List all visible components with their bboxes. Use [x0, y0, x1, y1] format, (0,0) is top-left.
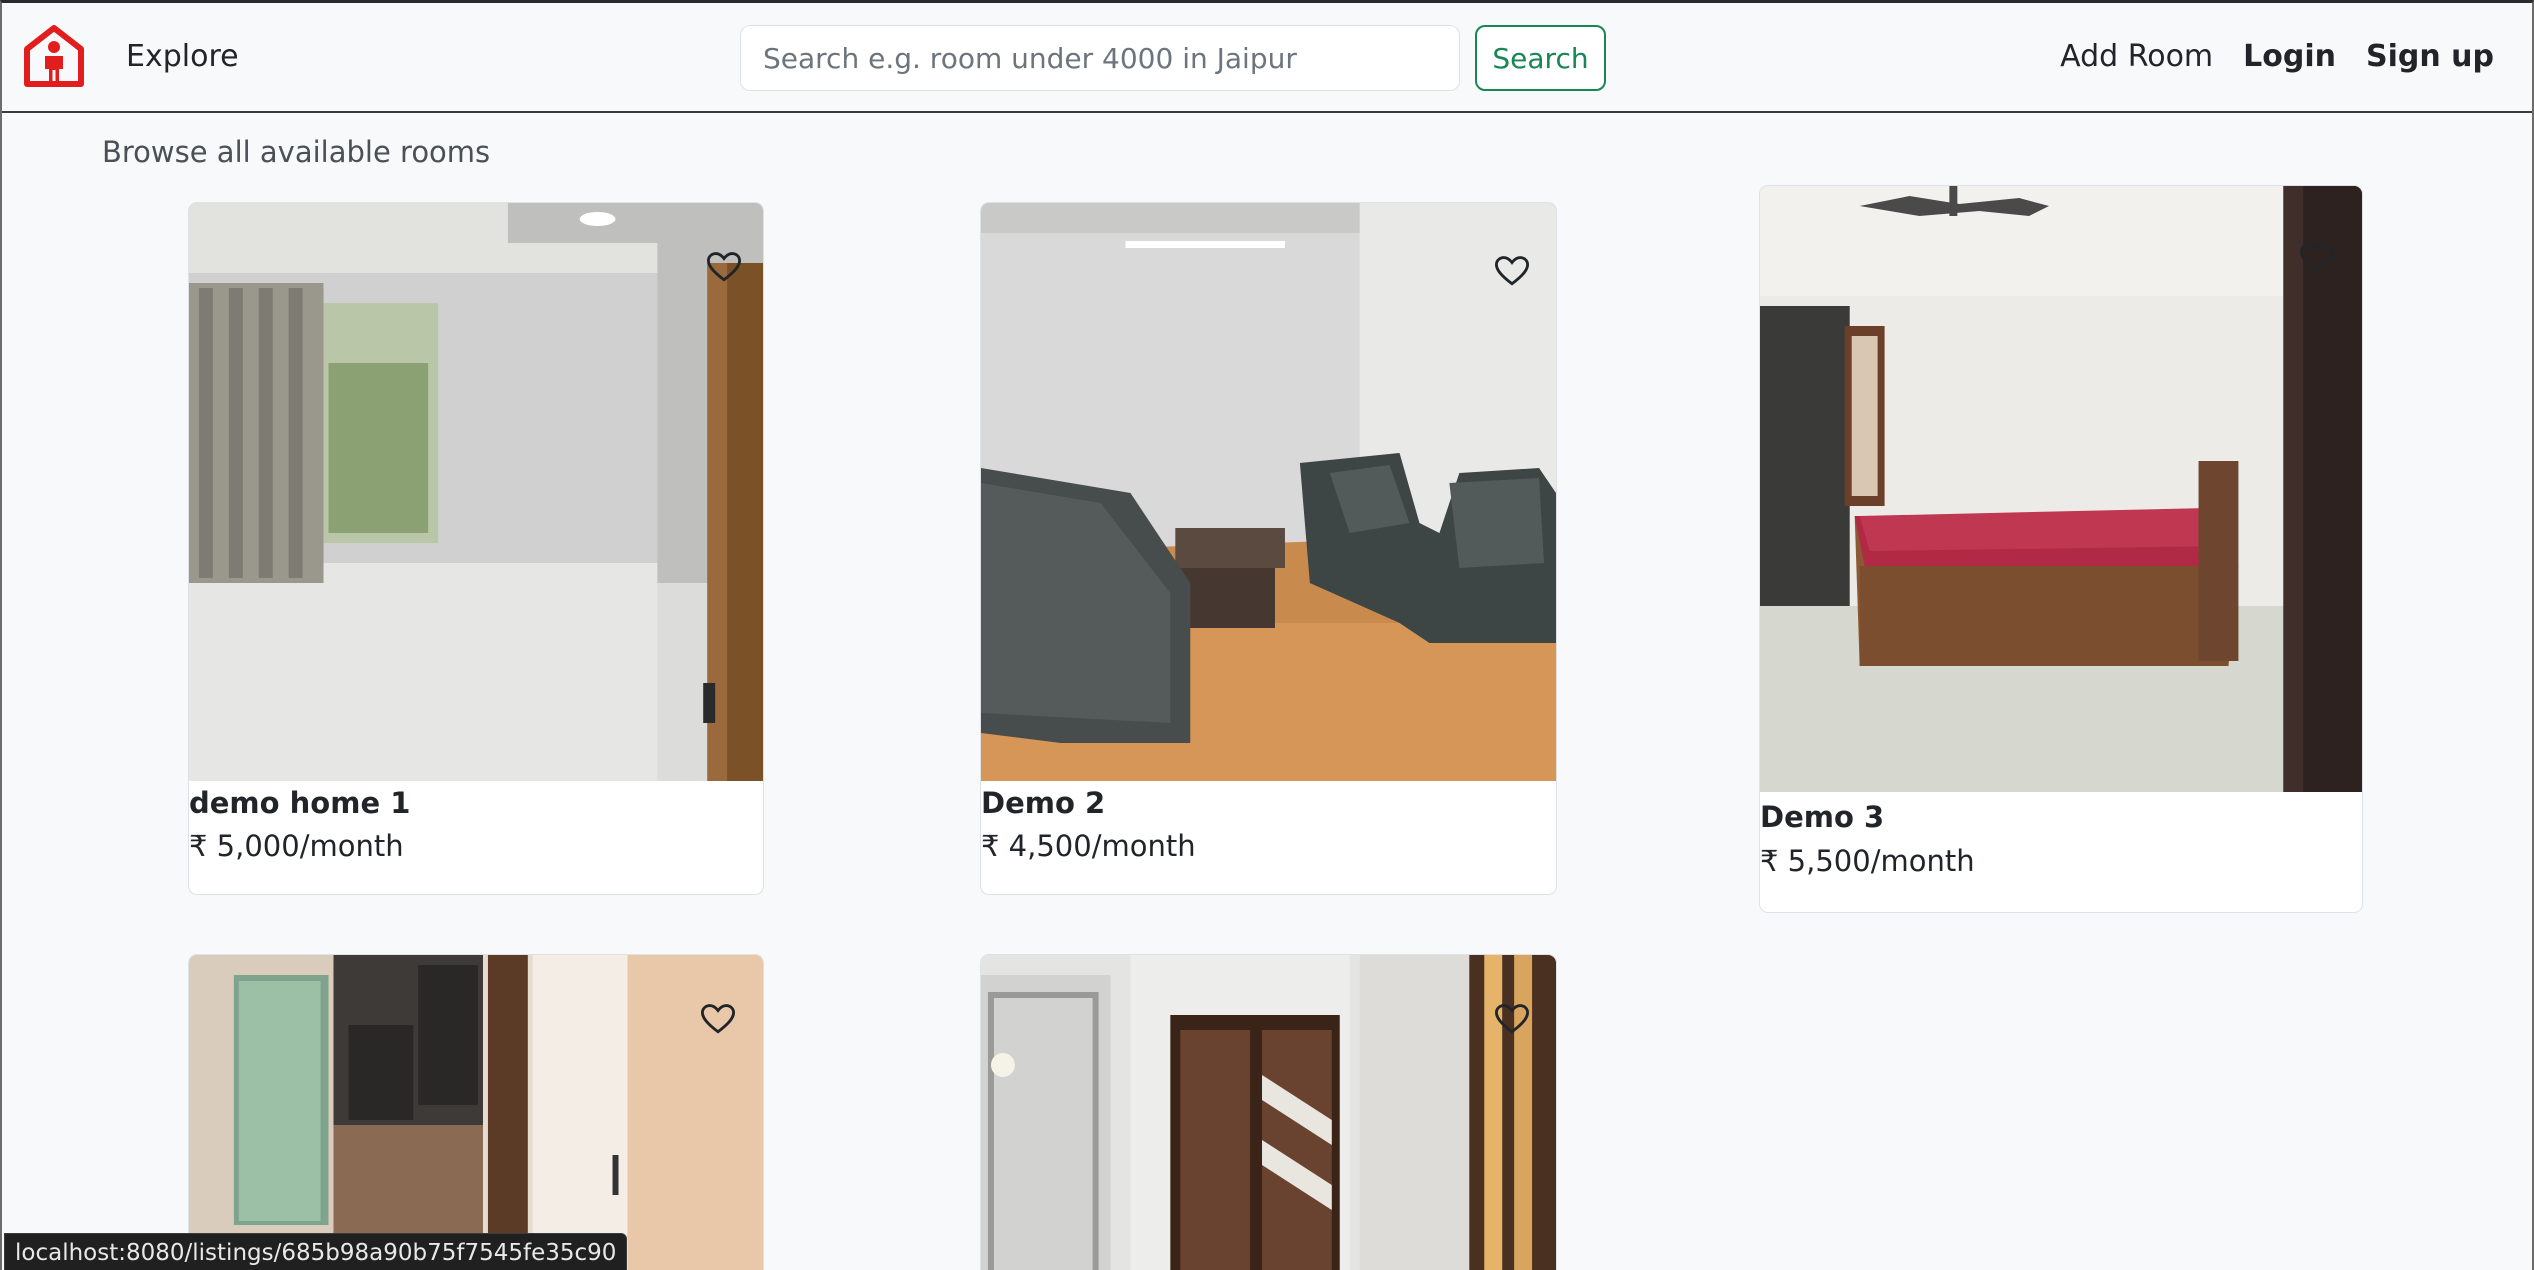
heart-outline-icon[interactable]: [2299, 242, 2335, 274]
login-link[interactable]: Login: [2243, 39, 2336, 74]
listing-title: Demo 3: [1760, 800, 1885, 834]
listing-card[interactable]: Demo 2 ₹ 4,500/month: [980, 202, 1557, 895]
signup-link[interactable]: Sign up: [2366, 39, 2494, 74]
house-person-icon[interactable]: [24, 25, 84, 87]
listing-image[interactable]: [981, 955, 1556, 1270]
listing-card[interactable]: Demo 3 ₹ 5,500/month: [1759, 185, 2363, 913]
listing-price: ₹ 5,500/month: [1760, 844, 1975, 878]
nav-right-links: Add Room Login Sign up: [2060, 39, 2494, 74]
link-preview-status-bar: localhost:8080/listings/685b98a90b75f754…: [4, 1233, 628, 1270]
heart-outline-icon[interactable]: [706, 251, 742, 283]
listing-card[interactable]: [188, 954, 764, 1270]
heart-outline-icon[interactable]: [1494, 1003, 1530, 1035]
listing-title: demo home 1: [189, 786, 411, 820]
heart-outline-icon[interactable]: [700, 1003, 736, 1035]
listing-image[interactable]: [189, 955, 763, 1270]
listing-title: Demo 2: [981, 786, 1106, 820]
search-button[interactable]: Search: [1475, 25, 1606, 91]
browse-heading: Browse all available rooms: [102, 135, 491, 169]
search-input[interactable]: [740, 25, 1460, 91]
listing-card[interactable]: [980, 954, 1557, 1270]
listing-image[interactable]: [981, 203, 1556, 781]
heart-outline-icon[interactable]: [1494, 255, 1530, 287]
listing-card[interactable]: demo home 1 ₹ 5,000/month: [188, 202, 764, 895]
listing-image[interactable]: [1760, 186, 2362, 792]
add-room-link[interactable]: Add Room: [2060, 39, 2213, 74]
search-form: Search: [740, 25, 1606, 91]
browser-viewport: Explore Search Add Room Login Sign up Br…: [0, 0, 2534, 1270]
navbar: Explore Search Add Room Login Sign up: [2, 3, 2532, 113]
listing-image[interactable]: [189, 203, 763, 781]
nav-explore-link[interactable]: Explore: [126, 39, 239, 74]
listing-price: ₹ 4,500/month: [981, 829, 1196, 863]
listing-price: ₹ 5,000/month: [189, 829, 404, 863]
